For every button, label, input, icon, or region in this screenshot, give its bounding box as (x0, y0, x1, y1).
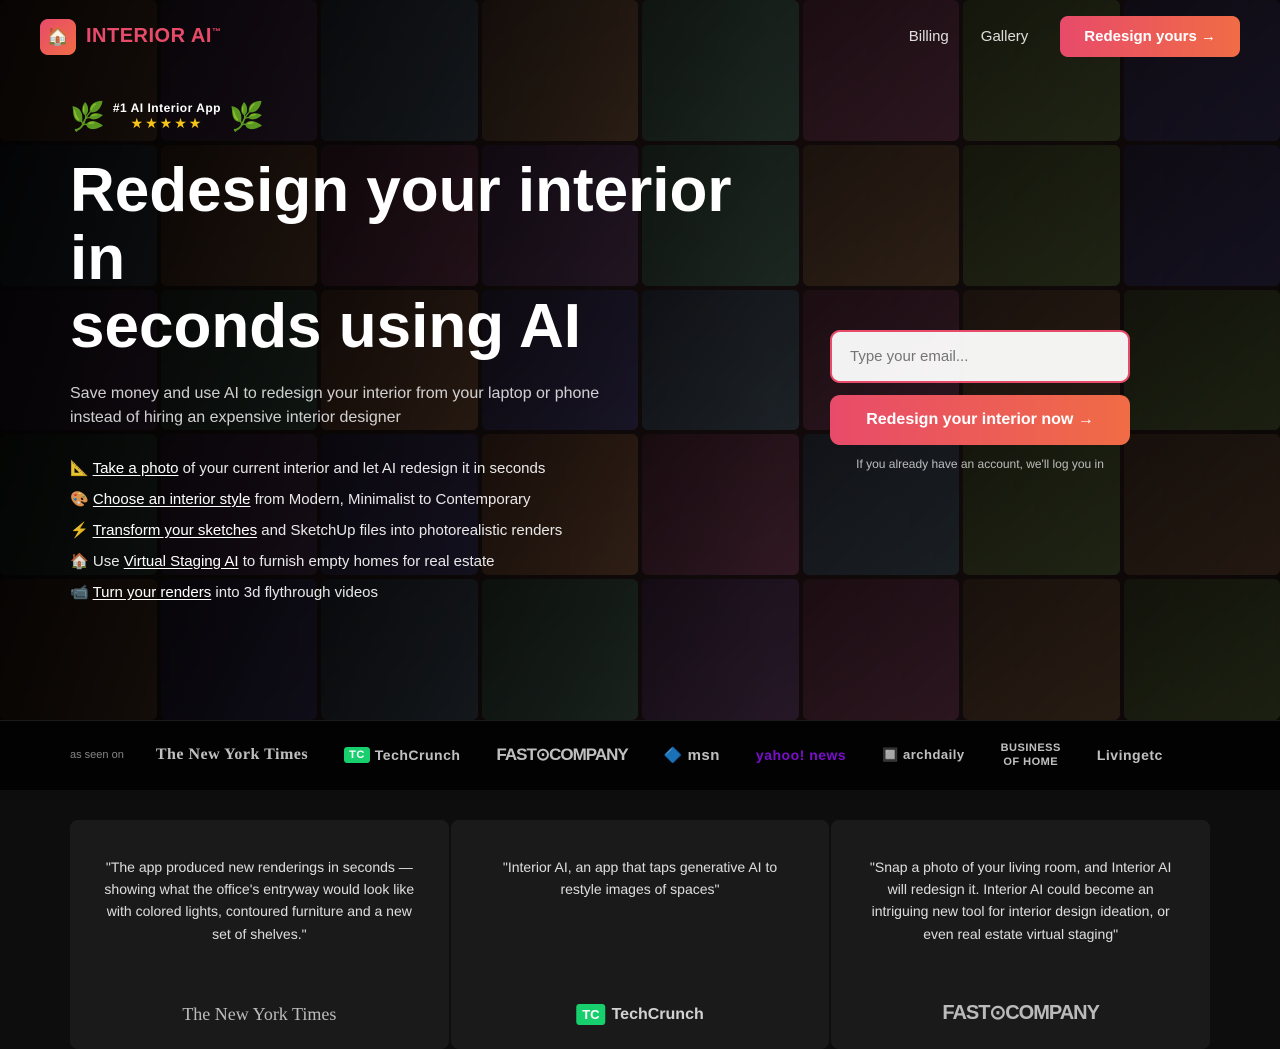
press-logo-msn: 🔷 msn (664, 746, 720, 764)
press-logo-tc: TC TechCrunch (344, 747, 460, 763)
fc-logo: FAST⊙COMPANY (942, 1002, 1099, 1024)
testimonial-card-3: "Snap a photo of your living room, and I… (831, 820, 1210, 1049)
nav-cta-button[interactable]: Redesign yours → (1060, 16, 1240, 57)
laurel-left-icon: 🌿 (70, 100, 105, 133)
feature-list: 📐 Take a photo of your current interior … (70, 458, 770, 603)
feature-text-photo: of your current interior and let AI rede… (183, 460, 546, 477)
redesign-cta-button[interactable]: Redesign your interior now → (830, 395, 1130, 445)
feature-link-renders[interactable]: Turn your renders (93, 584, 212, 601)
nyt-logo: The New York Times (182, 1004, 336, 1024)
feature-item-photo: 📐 Take a photo of your current interior … (70, 458, 770, 479)
logo-name: INTERIOR AI (86, 25, 212, 47)
testimonial-text-3: "Snap a photo of your living room, and I… (863, 856, 1178, 946)
feature-item-staging: 🏠 Use Virtual Staging AI to furnish empt… (70, 551, 770, 572)
feature-text-style: from Modern, Minimalist to Contemporary (255, 491, 531, 508)
billing-link[interactable]: Billing (909, 28, 949, 45)
hero-left: 🌿 #1 AI Interior App ★★★★★ 🌿 Redesign yo… (70, 100, 770, 660)
logo[interactable]: 🏠 INTERIOR AI™ (40, 19, 221, 55)
hero-heading-line2: seconds using AI (70, 292, 581, 361)
testimonial-card-1: "The app produced new renderings in seco… (70, 820, 449, 1049)
feature-text-staging-prefix: Use (93, 553, 124, 570)
feature-link-staging[interactable]: Virtual Staging AI (124, 553, 239, 570)
press-bar: as seen on The New York Times TC TechCru… (0, 720, 1280, 790)
logo-text: INTERIOR AI™ (86, 25, 221, 48)
tc-text: TechCrunch (375, 747, 461, 763)
nav-links: Billing Gallery Redesign yours → (909, 16, 1240, 57)
press-logos: The New York Times TC TechCrunch FAST⊙CO… (156, 741, 1163, 770)
press-logo-fc: FAST⊙COMPANY (496, 745, 627, 765)
palette-emoji: 🎨 (70, 491, 93, 508)
testimonial-text-1: "The app produced new renderings in seco… (102, 856, 417, 946)
cta-card: Redesign your interior now → If you alre… (830, 330, 1130, 471)
award-title: #1 AI Interior App (113, 101, 221, 115)
award-center: #1 AI Interior App ★★★★★ (113, 101, 221, 132)
press-logo-archdaily: 🔲 archdaily (882, 747, 964, 763)
feature-text-renders: into 3d flythrough videos (215, 584, 378, 601)
hero-heading-line1: Redesign your interior in (70, 156, 731, 293)
feature-text-staging: to furnish empty homes for real estate (243, 553, 495, 570)
testimonial-logo-1: The New York Times (182, 1004, 336, 1025)
tc-logo: TC TechCrunch (576, 1004, 704, 1025)
feature-item-style: 🎨 Choose an interior style from Modern, … (70, 489, 770, 510)
feature-text-sketches: and SketchUp files into photorealistic r… (261, 522, 562, 539)
hero-right: Redesign your interior now → If you alre… (830, 100, 1130, 660)
video-emoji: 📹 (70, 584, 93, 601)
cta-footnote: If you already have an account, we'll lo… (830, 457, 1130, 471)
feature-link-photo[interactable]: Take a photo (93, 460, 179, 477)
navigation: 🏠 INTERIOR AI™ Billing Gallery Redesign … (0, 0, 1280, 73)
testimonial-logo-3: FAST⊙COMPANY (942, 1000, 1099, 1025)
house-emoji: 🏠 (70, 553, 93, 570)
gallery-link[interactable]: Gallery (981, 28, 1029, 45)
testimonial-card-2: "Interior AI, an app that taps generativ… (451, 820, 830, 1049)
feature-link-style[interactable]: Choose an interior style (93, 491, 251, 508)
award-stars: ★★★★★ (113, 115, 221, 132)
email-input[interactable] (830, 330, 1130, 383)
hero-heading: Redesign your interior in seconds using … (70, 157, 770, 362)
press-as-seen-label: as seen on (70, 749, 124, 761)
feature-link-sketches[interactable]: Transform your sketches (93, 522, 258, 539)
logo-icon: 🏠 (40, 19, 76, 55)
testimonial-text-2: "Interior AI, an app that taps generativ… (483, 856, 798, 901)
camera-emoji: 📐 (70, 460, 93, 477)
press-logo-yahoo: yahoo! news (756, 747, 846, 763)
hero-subtext: Save money and use AI to redesign your i… (70, 382, 650, 430)
press-logo-nyt: The New York Times (156, 746, 308, 764)
press-logo-boh: BUSINESSOF HOME (1001, 741, 1061, 770)
award-badge: 🌿 #1 AI Interior App ★★★★★ 🌿 (70, 100, 770, 133)
hero-content: 🌿 #1 AI Interior App ★★★★★ 🌿 Redesign yo… (0, 0, 1280, 720)
tc-logo-icon: TC (576, 1004, 605, 1025)
tc-icon: TC (344, 747, 370, 763)
feature-item-renders: 📹 Turn your renders into 3d flythrough v… (70, 582, 770, 603)
lightning-emoji: ⚡ (70, 522, 93, 539)
testimonial-logo-2: TC TechCrunch (576, 1004, 704, 1025)
hero-section: 🌿 #1 AI Interior App ★★★★★ 🌿 Redesign yo… (0, 0, 1280, 720)
logo-tm: ™ (212, 26, 222, 36)
laurel-right-icon: 🌿 (229, 100, 264, 133)
press-logo-livingetc: Livingetc (1097, 747, 1163, 763)
testimonials-section: "The app produced new renderings in seco… (0, 790, 1280, 1049)
tc-logo-text: TechCrunch (612, 1006, 704, 1024)
feature-item-sketches: ⚡ Transform your sketches and SketchUp f… (70, 520, 770, 541)
